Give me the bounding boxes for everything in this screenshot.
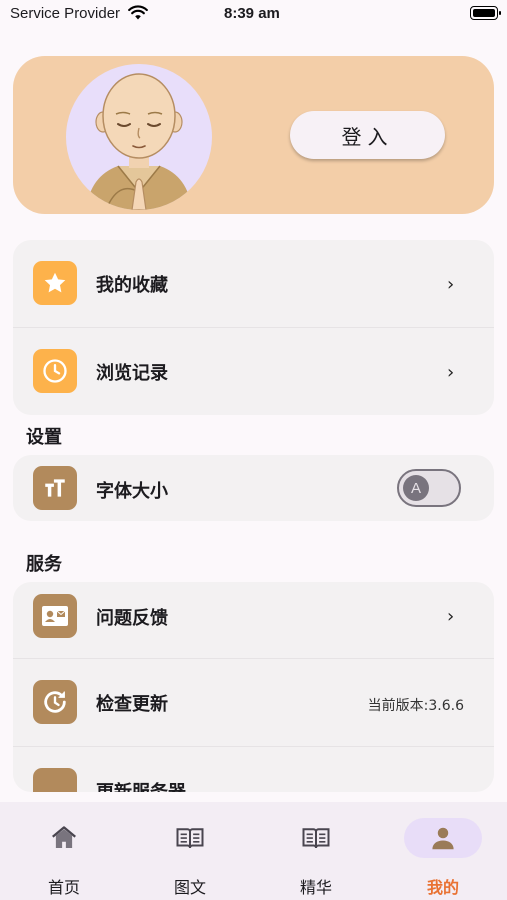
wifi-icon xyxy=(128,5,148,25)
favorites-label: 我的收藏 xyxy=(96,275,168,296)
tab-home[interactable]: 首页 xyxy=(7,814,107,897)
book-icon xyxy=(175,823,205,853)
battery-icon xyxy=(470,6,501,20)
feedback-icon xyxy=(33,594,77,638)
tab-articles[interactable]: 图文 xyxy=(133,814,233,897)
chevron-right-icon: › xyxy=(447,274,455,295)
history-row[interactable]: 浏览记录 › xyxy=(13,327,494,415)
status-bar: Service Provider 8:39 am xyxy=(0,0,507,28)
check-update-label: 检查更新 xyxy=(96,694,168,715)
tab-essence-label: 精华 xyxy=(299,878,332,897)
monk-avatar[interactable] xyxy=(66,64,212,210)
font-size-icon xyxy=(33,466,77,510)
chevron-right-icon: › xyxy=(447,606,455,627)
settings-section-title: 设置 xyxy=(26,427,62,448)
update-server-label: 更新服务器 xyxy=(96,778,186,792)
tab-essence[interactable]: 精华 xyxy=(259,814,359,897)
services-group: 问题反馈 › 检查更新 当前版本:3.6.6 更新服务器 xyxy=(13,582,494,792)
tab-mine[interactable]: 我的 xyxy=(386,814,486,897)
bottom-navigation: 首页 图文 精华 我的 xyxy=(0,802,507,900)
font-size-label: 字体大小 xyxy=(96,481,168,502)
clock-icon xyxy=(33,349,77,393)
check-update-row[interactable]: 检查更新 当前版本:3.6.6 xyxy=(13,658,494,746)
update-server-row[interactable]: 更新服务器 xyxy=(13,746,494,792)
tab-articles-label: 图文 xyxy=(173,878,206,897)
settings-group: 字体大小 A xyxy=(13,455,494,521)
font-size-row: 字体大小 A xyxy=(13,455,494,521)
favorites-row[interactable]: 我的收藏 › xyxy=(13,240,494,327)
feedback-row[interactable]: 问题反馈 › xyxy=(13,582,494,658)
profile-header: 登入 xyxy=(13,56,494,214)
history-label: 浏览记录 xyxy=(96,363,168,384)
star-icon xyxy=(33,261,77,305)
carrier-name: Service Provider xyxy=(10,5,121,22)
version-text: 当前版本:3.6.6 xyxy=(367,698,464,714)
book-icon xyxy=(301,823,331,853)
feedback-label: 问题反馈 xyxy=(96,608,168,629)
services-section-title: 服务 xyxy=(26,554,62,575)
tab-mine-label: 我的 xyxy=(426,878,459,897)
quick-links-group: 我的收藏 › 浏览记录 › xyxy=(13,240,494,415)
toggle-knob: A xyxy=(403,475,429,501)
server-icon xyxy=(33,768,77,792)
tab-home-label: 首页 xyxy=(47,878,80,897)
update-icon xyxy=(33,680,77,724)
person-icon xyxy=(428,823,458,853)
font-size-toggle[interactable]: A xyxy=(397,469,461,507)
chevron-right-icon: › xyxy=(447,362,455,383)
home-icon xyxy=(49,823,79,853)
clock-time: 8:39 am xyxy=(224,5,280,22)
login-button[interactable]: 登入 xyxy=(290,111,445,159)
